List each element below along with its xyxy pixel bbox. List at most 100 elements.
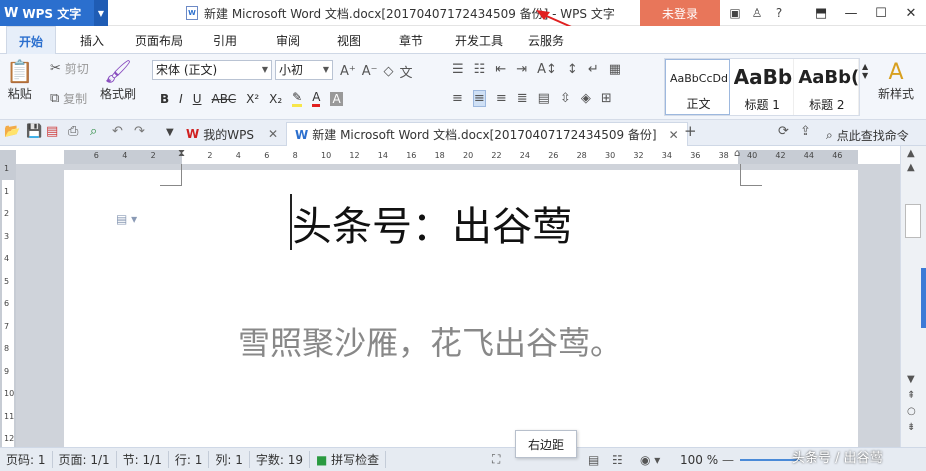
cut-button[interactable]: ✂ 剪切 — [50, 60, 89, 77]
horizontal-ruler[interactable]: 6 4 2 2 4 6 8 10 12 14 16 18 20 22 24 26 28 30 32 34 36 38 40 4… — [64, 148, 858, 164]
vertical-ruler[interactable]: 1 1 2 3 4 5 6 7 8 9 10 11 12 — [0, 150, 16, 450]
outline-view-icon[interactable]: ☷ — [612, 453, 623, 467]
new-style-button[interactable]: A 新样式 — [878, 60, 914, 102]
numbered-list-icon[interactable]: ☷ — [474, 62, 486, 77]
reading-mode-icon[interactable]: ◉ ▾ — [640, 453, 660, 467]
highlight-icon[interactable]: ✎ — [292, 90, 303, 107]
page-view-icon[interactable]: ▤ — [588, 453, 599, 467]
next-page-icon[interactable]: ⇟ — [907, 422, 915, 433]
grow-font-icon[interactable]: A⁺ — [340, 64, 356, 79]
redo-icon[interactable]: ↷ — [134, 124, 145, 139]
open-folder-icon[interactable]: 📂 — [4, 124, 20, 139]
tab-page-layout[interactable]: 页面布局 — [135, 26, 183, 54]
document-heading[interactable]: 头条号：出谷莺 — [292, 194, 572, 252]
increase-indent-icon[interactable]: ⇥ — [516, 62, 527, 77]
side-panel-toggle[interactable] — [921, 268, 926, 328]
phonetic-icon[interactable]: 文 — [400, 62, 413, 81]
fullscreen-icon[interactable]: ⛶ — [492, 452, 500, 467]
shading-icon[interactable]: ◈ — [581, 91, 591, 106]
vertical-scrollbar[interactable]: ▲ ▲ ▼ ⇞ ○ ⇟ — [900, 146, 926, 450]
zoom-slider[interactable] — [740, 459, 800, 461]
export-pdf-icon[interactable]: ▤ — [46, 124, 58, 139]
document-outline-icon[interactable]: ▤ ▾ — [116, 212, 137, 226]
paste-button[interactable]: 📋 粘贴 — [6, 60, 33, 102]
tab-chapter[interactable]: 章节 — [399, 26, 423, 54]
font-name-select[interactable]: 宋体 (正文) ▼ — [152, 60, 272, 80]
status-section[interactable]: 节: 1/1 — [123, 451, 169, 468]
underline-icon[interactable]: U — [193, 92, 202, 106]
scroll-thumb[interactable] — [905, 204, 921, 238]
clear-format-icon[interactable]: ◇ — [384, 64, 394, 79]
strikethrough-icon[interactable]: ABC — [212, 92, 237, 106]
print-preview-icon[interactable]: ⌕ — [90, 124, 97, 139]
close-button[interactable]: ✕ — [896, 0, 926, 26]
status-line[interactable]: 行: 1 — [175, 451, 210, 468]
justify-icon[interactable]: ≣ — [517, 91, 528, 106]
shirt-icon[interactable]: ♙ — [746, 6, 768, 20]
format-painter-button[interactable]: 🖌 格式刷 — [100, 60, 136, 102]
style-scroll[interactable]: ▲ ▼ — [862, 62, 868, 80]
align-left-icon[interactable]: ≡ — [452, 91, 463, 106]
zoom-out-icon[interactable]: — — [722, 453, 734, 467]
subscript-icon[interactable]: X₂ — [269, 92, 282, 106]
spell-check-toggle[interactable]: ■ 拼写检查 — [316, 451, 387, 468]
table-icon[interactable]: ▦ — [609, 62, 621, 77]
show-marks-icon[interactable]: ↵ — [588, 62, 599, 77]
share-icon[interactable]: ⇪ — [800, 124, 811, 139]
font-color-icon[interactable]: A — [312, 90, 321, 107]
tab-current-document[interactable]: W 新建 Microsoft Word 文档.docx[201704071724… — [286, 122, 688, 146]
close-icon[interactable]: ✕ — [268, 127, 278, 141]
tab-view[interactable]: 视图 — [337, 26, 361, 54]
sort-icon[interactable]: ↕ — [567, 62, 578, 77]
scroll-up-icon[interactable]: ▲ — [907, 162, 915, 173]
login-button[interactable]: 未登录 — [640, 0, 720, 26]
align-right-icon[interactable]: ≡ — [496, 91, 507, 106]
document-paragraph[interactable]: 雪照聚沙雁，花飞出谷莺。 — [238, 318, 622, 364]
align-center-icon[interactable]: ≡ — [472, 90, 486, 107]
decrease-indent-icon[interactable]: ⇤ — [495, 62, 506, 77]
border-icon[interactable]: ⊞ — [601, 91, 612, 106]
maximize-button[interactable]: ☐ — [866, 0, 896, 26]
tab-insert[interactable]: 插入 — [80, 26, 104, 54]
style-heading-1[interactable]: AaBb 标题 1 — [730, 59, 795, 115]
italic-icon[interactable]: I — [179, 92, 183, 106]
bold-icon[interactable]: B — [160, 92, 169, 106]
select-browse-icon[interactable]: ○ — [907, 406, 916, 417]
skin-icon[interactable]: ▣ — [724, 6, 746, 20]
scroll-down-icon[interactable]: ▼ — [907, 374, 915, 385]
undo-icon[interactable]: ↶ — [112, 124, 123, 139]
tab-my-wps[interactable]: W 我的WPS ✕ — [186, 122, 278, 146]
document-page[interactable]: ▤ ▾ 头条号：出谷莺 雪照聚沙雁，花飞出谷莺。 — [64, 164, 858, 450]
print-icon[interactable]: ⎙ — [68, 124, 78, 139]
chinese-layout-icon[interactable]: A↕ — [537, 62, 557, 77]
distribute-icon[interactable]: ▤ — [538, 91, 550, 106]
status-column[interactable]: 列: 1 — [215, 451, 250, 468]
superscript-icon[interactable]: X² — [246, 92, 259, 106]
chevron-down-icon[interactable]: ▼ — [166, 127, 174, 138]
tab-home[interactable]: 开始 — [6, 26, 57, 55]
scroll-up-icon[interactable]: ▲ — [907, 148, 915, 159]
bullet-list-icon[interactable]: ☰ — [452, 62, 464, 77]
line-spacing-icon[interactable]: ⇳ — [560, 91, 571, 106]
left-indent-marker[interactable]: ⧗ — [178, 148, 185, 159]
zoom-level[interactable]: 100 % — [680, 453, 718, 467]
chevron-down-icon[interactable]: ▼ — [94, 0, 108, 26]
status-page[interactable]: 页面: 1/1 — [59, 451, 117, 468]
tab-review[interactable]: 审阅 — [276, 26, 300, 54]
restore-layout-icon[interactable]: ⬒ — [806, 0, 836, 26]
close-icon[interactable]: ✕ — [669, 128, 679, 142]
right-indent-marker[interactable]: ⌂ — [734, 148, 740, 159]
char-shading-icon[interactable]: A — [330, 91, 343, 106]
search-commands[interactable]: ⌕ 点此查找命令 — [826, 123, 909, 147]
help-icon[interactable]: ? — [768, 6, 790, 20]
minimize-button[interactable]: — — [836, 0, 866, 26]
tab-developer[interactable]: 开发工具 — [455, 26, 503, 54]
copy-button[interactable]: ⧉ 复制 — [50, 90, 87, 107]
font-size-select[interactable]: 小初 ▼ — [275, 60, 333, 80]
save-icon[interactable]: 💾 — [26, 124, 42, 139]
tab-references[interactable]: 引用 — [213, 26, 237, 54]
style-normal[interactable]: AaBbCcDd 正文 — [665, 59, 730, 115]
sync-icon[interactable]: ⟳ — [778, 124, 789, 139]
app-menu-button[interactable]: W WPS 文字 ▼ — [0, 0, 108, 26]
shrink-font-icon[interactable]: A⁻ — [362, 64, 378, 79]
